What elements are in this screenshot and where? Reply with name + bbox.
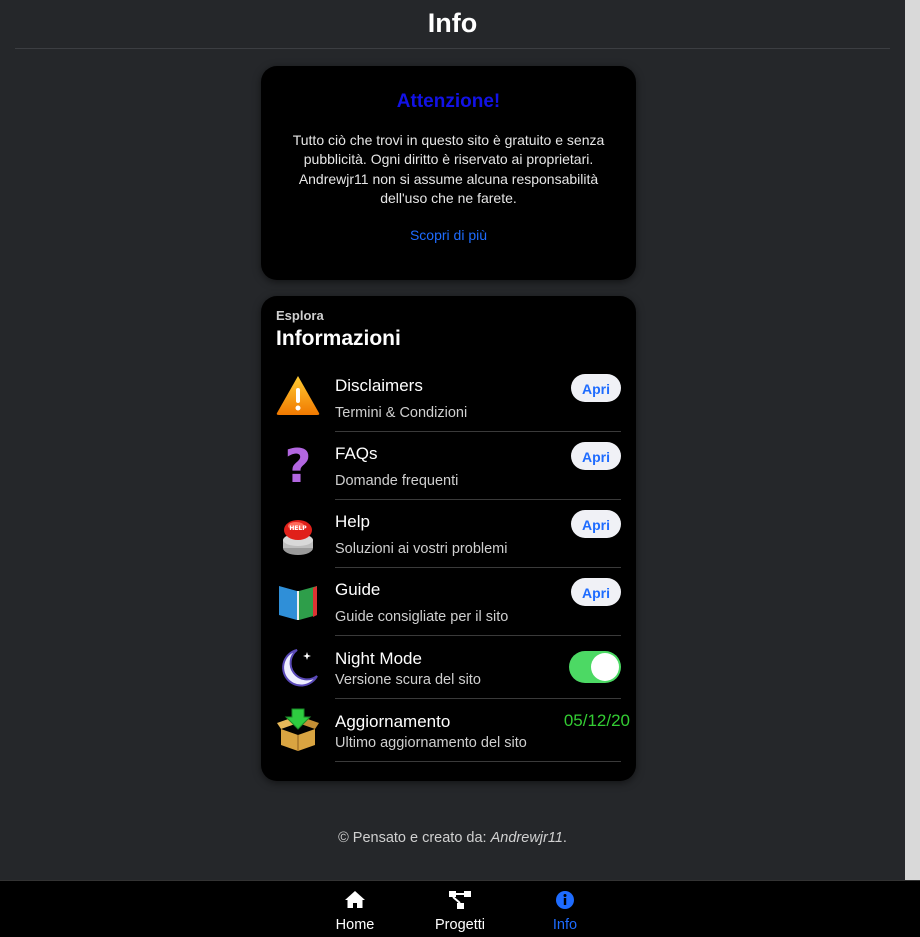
item-subtitle: Termini & Condizioni (335, 405, 468, 421)
notice-body: Tutto ciò che trovi in questo sito è gra… (292, 132, 605, 206)
divider (335, 761, 621, 762)
item-title: Aggiornamento (335, 712, 451, 731)
update-box-icon (275, 707, 321, 753)
item-subtitle: Domande frequenti (335, 473, 459, 489)
last-update-date: 05/12/20 (563, 711, 630, 730)
info-icon (553, 889, 577, 911)
item-subtitle: Guide consigliate per il sito (335, 609, 509, 625)
list-item-night-mode: Night Mode Versione scura del sito (261, 636, 636, 699)
tab-label: Progetti (435, 917, 485, 933)
book-icon (275, 578, 321, 624)
open-faqs-button[interactable]: Apri (571, 442, 621, 470)
open-guide-button[interactable]: Apri (571, 578, 621, 606)
page-header: Info (15, 0, 890, 49)
section-title: Informazioni (276, 327, 401, 350)
night-mode-toggle[interactable] (569, 651, 621, 683)
section-eyebrow: Esplora (276, 308, 324, 323)
list-item-disclaimers: Disclaimers Termini & Condizioni Apri (261, 364, 636, 432)
tab-projects[interactable]: Progetti (420, 881, 500, 937)
tab-info[interactable]: Info (525, 881, 605, 937)
svg-text:?: ? (285, 442, 312, 488)
notice-title: Attenzione! (396, 91, 501, 112)
item-subtitle: Versione scura del sito (335, 672, 481, 688)
tab-home[interactable]: Home (315, 881, 395, 937)
footer-author: Andrewjr11 (490, 830, 563, 846)
open-disclaimers-button[interactable]: Apri (571, 374, 621, 402)
tab-label: Home (335, 917, 375, 933)
toggle-knob (591, 653, 619, 681)
list-item-update: Aggiornamento Ultimo aggiornamento del s… (261, 699, 636, 762)
item-title: Guide (335, 580, 381, 599)
item-title: Help (335, 512, 370, 531)
footer-prefix: © Pensato e creato da: (338, 830, 491, 846)
page-title: Info (427, 8, 478, 38)
learn-more-link[interactable]: Scopri di più (410, 227, 487, 243)
item-subtitle: Ultimo aggiornamento del sito (335, 735, 527, 751)
item-title: FAQs (335, 444, 378, 463)
item-subtitle: Soluzioni ai vostri problemi (335, 541, 508, 557)
svg-text:HELP: HELP (289, 525, 307, 532)
home-icon (343, 889, 367, 911)
footer-credit: © Pensato e creato da: Andrewjr11. (0, 830, 905, 846)
item-title: Disclaimers (335, 376, 423, 395)
info-list-card: Esplora Informazioni Disclaimers Termini… (261, 296, 636, 781)
footer-suffix: . (562, 830, 567, 846)
help-button-icon: HELP (275, 512, 321, 558)
open-help-button[interactable]: Apri (571, 510, 621, 538)
item-title: Night Mode (335, 649, 422, 668)
notice-card: Attenzione! Tutto ciò che trovi in quest… (261, 66, 636, 280)
warning-icon (275, 372, 321, 418)
sitemap-icon (448, 889, 472, 911)
scrollbar[interactable] (905, 0, 920, 880)
question-icon: ? (275, 439, 321, 493)
list-item-faqs: ? FAQs Domande frequenti Apri (261, 432, 636, 500)
tab-label: Info (552, 917, 578, 933)
moon-icon (275, 644, 321, 690)
bottom-tab-bar: Home Progetti Info (0, 880, 920, 937)
list-item-guide: Guide Guide consigliate per il sito Apri (261, 568, 636, 636)
list-item-help: HELP Help Soluzioni ai vostri problemi A… (261, 500, 636, 568)
